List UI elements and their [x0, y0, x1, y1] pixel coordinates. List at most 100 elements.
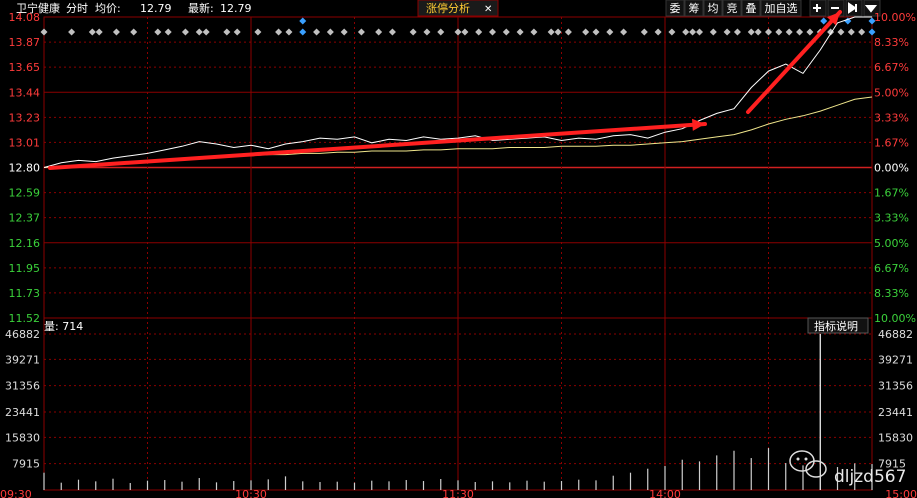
event-marker	[95, 28, 103, 36]
event-marker	[233, 28, 241, 36]
event-marker	[796, 28, 804, 36]
event-marker	[723, 28, 731, 36]
volume-label: 量: 714	[44, 320, 83, 333]
toolbar-button-label[interactable]: 委	[670, 2, 681, 15]
event-marker	[68, 28, 76, 36]
y-right-tick-label: 0.00%	[874, 162, 909, 175]
tab-zhangting-label: 涨停分析	[426, 1, 470, 15]
y-right-tick-label: 3.33%	[874, 212, 909, 225]
event-marker	[606, 28, 614, 36]
event-marker-highlight	[820, 17, 828, 25]
event-marker	[858, 28, 866, 36]
x-tick-label: 15:00	[885, 488, 917, 498]
last-value: 12.79	[220, 2, 252, 15]
y-right-tick-label: 10.00%	[874, 11, 916, 24]
indicator-button-label[interactable]: 指标说明	[814, 319, 858, 333]
event-marker	[130, 28, 138, 36]
watermark: dljzd567	[789, 450, 906, 487]
event-marker	[223, 28, 231, 36]
volume-tick-label-left: 15830	[5, 431, 40, 444]
volume-tick-label-left: 39271	[5, 353, 40, 366]
event-marker	[475, 28, 483, 36]
toolbar-button-label[interactable]: 加自选	[765, 2, 798, 15]
event-marker	[733, 28, 741, 36]
event-marker	[275, 28, 283, 36]
y-right-tick-label: 8.33%	[874, 287, 909, 300]
toolbar: 委筹均竞叠加自选	[665, 0, 881, 17]
toolbar-button-label[interactable]: 筹	[689, 1, 700, 15]
event-marker	[806, 28, 814, 36]
toolbar-button-label[interactable]: 叠	[746, 2, 757, 15]
mode-label: 分时	[66, 2, 88, 15]
event-marker	[592, 28, 600, 36]
y-left-tick-label: 13.87	[9, 36, 41, 49]
event-marker	[847, 28, 855, 36]
event-marker	[502, 28, 510, 36]
event-marker	[181, 28, 189, 36]
x-tick-label: 09:30	[0, 488, 32, 498]
event-marker	[340, 28, 348, 36]
event-marker	[868, 28, 876, 36]
volume-tick-label-right: 23441	[878, 406, 913, 419]
event-marker	[837, 28, 845, 36]
trend-arrow-afternoon	[746, 10, 842, 114]
event-marker	[285, 28, 293, 36]
event-marker	[754, 28, 762, 36]
y-right-tick-label: 3.33%	[874, 111, 909, 124]
event-marker	[326, 28, 334, 36]
volume-tick-label-left: 46882	[5, 328, 40, 341]
chart-canvas: 卫宁健康 分时 均价: 12.79 最新: 12.79 涨停分析 ✕ 委筹均竞叠…	[0, 0, 917, 498]
event-marker	[195, 28, 203, 36]
last-label: 最新:	[188, 1, 214, 15]
toolbar-button-label[interactable]: 竞	[727, 1, 738, 15]
volume-tick-label-left: 7915	[12, 458, 40, 471]
event-marker	[682, 28, 690, 36]
event-marker	[409, 28, 417, 36]
y-left-tick-label: 11.52	[9, 312, 41, 325]
tab-zhangting[interactable]: 涨停分析 ✕	[417, 0, 499, 17]
event-marker	[489, 28, 496, 36]
event-marker	[461, 28, 469, 36]
event-marker	[620, 28, 628, 36]
y-right-tick-label: 8.33%	[874, 36, 909, 49]
volume-tick-label-right: 15830	[878, 431, 913, 444]
y-left-tick-label: 13.65	[9, 61, 41, 74]
event-marker	[357, 28, 365, 36]
event-marker	[654, 28, 662, 36]
y-left-tick-label: 11.73	[9, 287, 41, 300]
volume-tick-label-left: 31356	[5, 380, 40, 393]
volume-tick-label-left: 23441	[5, 406, 40, 419]
event-marker	[564, 28, 572, 36]
trend-arrows	[48, 10, 842, 170]
y-right-tick-label: 6.67%	[874, 262, 909, 275]
y-right-tick-label: 1.67%	[874, 136, 909, 149]
event-marker	[554, 28, 562, 36]
event-marker	[154, 28, 162, 36]
y-left-tick-label: 12.37	[9, 212, 41, 225]
close-icon[interactable]: ✕	[484, 4, 492, 15]
event-marker	[640, 28, 648, 36]
y-right-tick-label: 10.00%	[874, 312, 916, 325]
event-marker	[313, 28, 321, 36]
volume-tick-label-right: 39271	[878, 353, 913, 366]
event-marker-highlight	[299, 17, 307, 25]
y-right-tick-label: 5.00%	[874, 86, 909, 99]
y-right-tick-label: 1.67%	[874, 187, 909, 200]
event-marker	[516, 28, 524, 36]
event-marker	[747, 28, 755, 36]
event-marker	[202, 28, 210, 36]
event-marker	[88, 28, 96, 36]
y-left-tick-label: 13.44	[9, 86, 41, 99]
event-marker	[40, 28, 48, 36]
y-left-tick-label: 11.95	[9, 262, 41, 275]
event-marker	[689, 28, 697, 36]
volume-tick-label-right: 46882	[878, 328, 913, 341]
event-marker	[112, 28, 120, 36]
event-marker	[547, 28, 555, 36]
event-marker	[299, 28, 307, 36]
toolbar-button-label[interactable]: 均	[708, 2, 719, 15]
event-marker	[423, 28, 431, 36]
event-marker	[709, 28, 717, 36]
event-marker	[696, 28, 703, 36]
y-left-tick-label: 12.80	[9, 162, 41, 175]
